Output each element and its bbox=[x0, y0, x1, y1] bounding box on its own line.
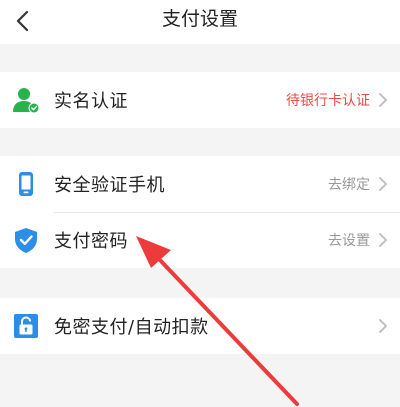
chevron-right-icon bbox=[379, 177, 387, 191]
identity-status: 待银行卡认证 bbox=[286, 93, 370, 109]
user-verified-icon bbox=[13, 88, 40, 114]
pay-section: 免密支付/自动扣款 bbox=[0, 298, 400, 354]
set-password-link[interactable]: 去设置 bbox=[328, 230, 370, 250]
security-phone-label: 安全验证手机 bbox=[54, 175, 165, 196]
phone-icon bbox=[19, 172, 33, 196]
security-section: 安全验证手机 去绑定 支付密码 去设置 bbox=[0, 156, 400, 268]
security-phone-row[interactable]: 安全验证手机 去绑定 bbox=[0, 156, 400, 212]
identity-label: 实名认证 bbox=[54, 91, 128, 112]
chevron-right-icon bbox=[379, 93, 387, 107]
identity-section: 实名认证 待银行卡认证 bbox=[0, 72, 400, 128]
password-free-pay-label: 免密支付/自动扣款 bbox=[54, 317, 209, 338]
chevron-right-icon bbox=[379, 233, 387, 247]
unlock-icon bbox=[14, 314, 38, 338]
password-free-pay-row[interactable]: 免密支付/自动扣款 bbox=[0, 298, 400, 354]
header-bar: 支付设置 bbox=[0, 0, 400, 44]
payment-password-row[interactable]: 支付密码 去设置 bbox=[0, 212, 400, 268]
chevron-right-icon bbox=[379, 319, 387, 333]
page-title: 支付设置 bbox=[161, 8, 238, 30]
bind-phone-link[interactable]: 去绑定 bbox=[328, 174, 370, 194]
payment-password-label: 支付密码 bbox=[54, 231, 128, 252]
identity-row[interactable]: 实名认证 待银行卡认证 bbox=[0, 72, 400, 128]
shield-check-icon bbox=[15, 228, 37, 253]
